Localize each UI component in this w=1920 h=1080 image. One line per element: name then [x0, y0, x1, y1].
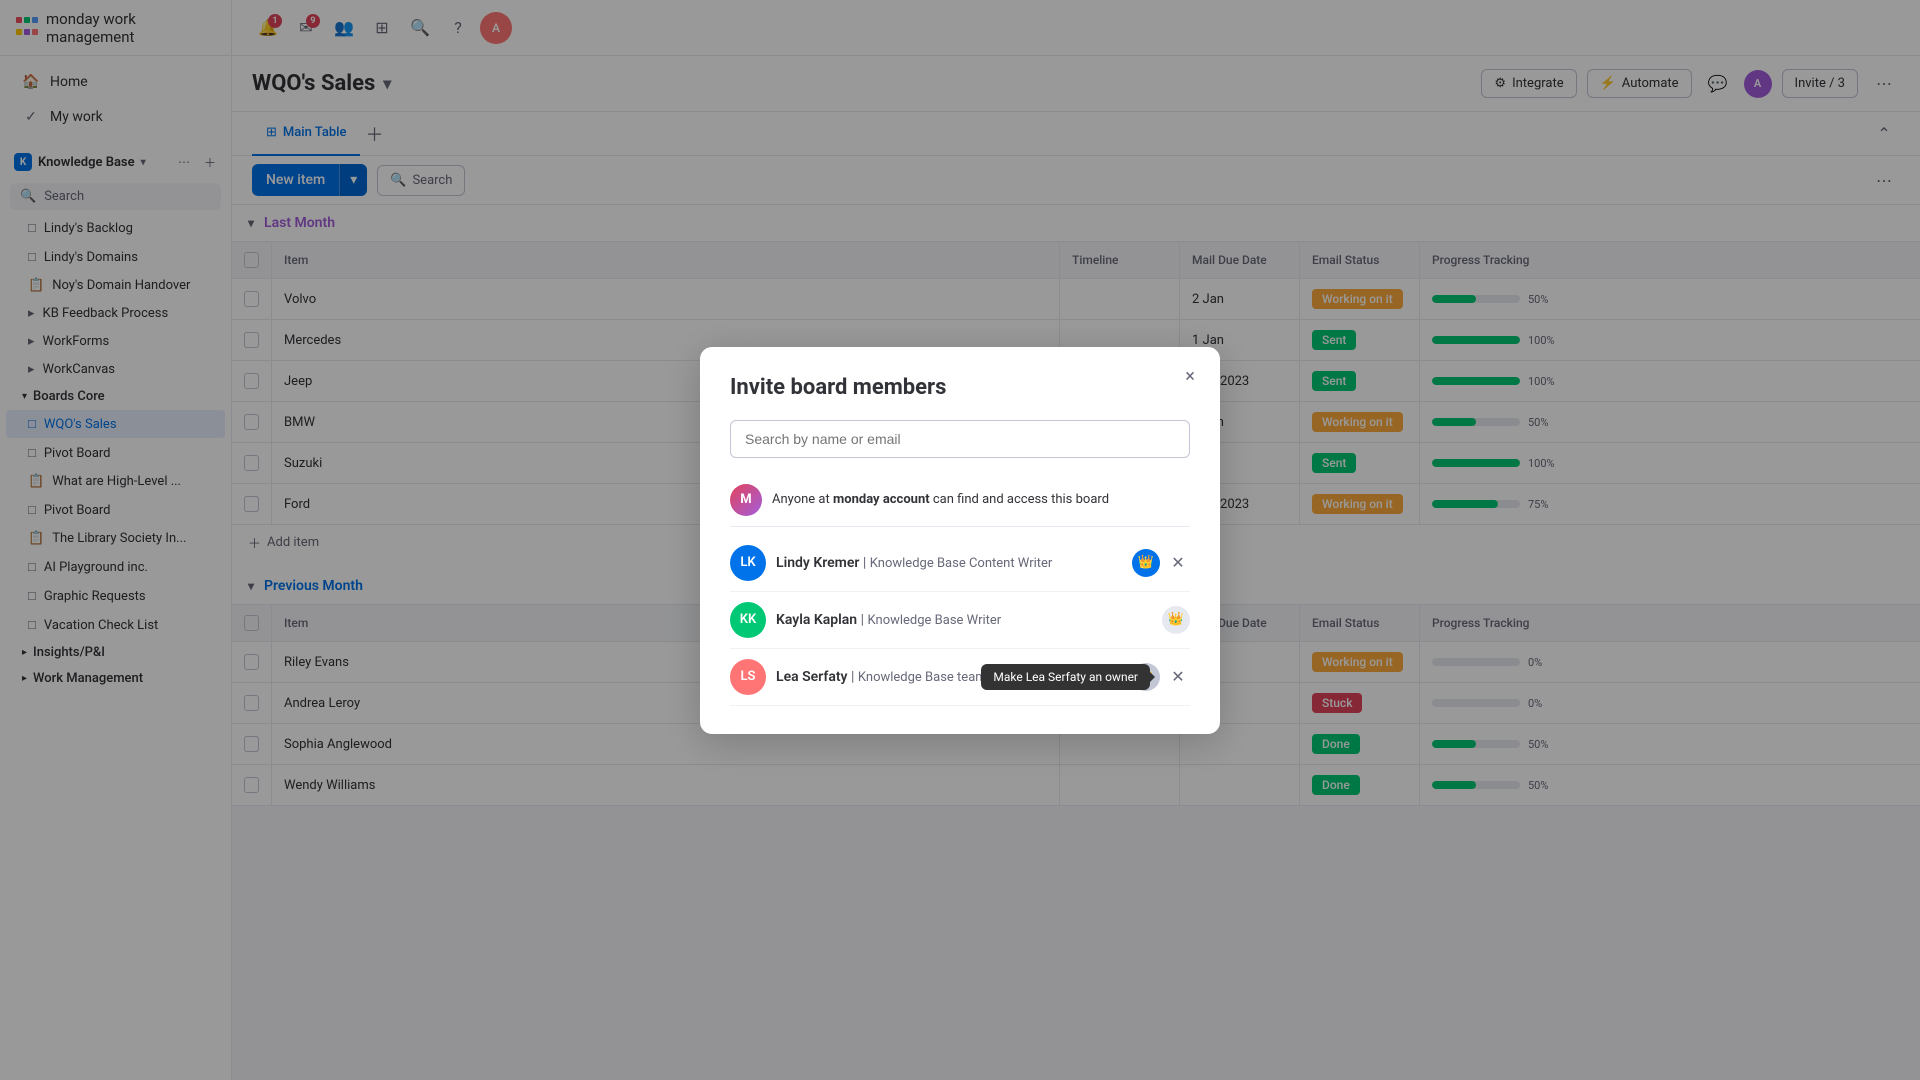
member-row-lea: LS Lea Serfaty | Knowledge Base team lea… — [730, 649, 1190, 706]
remove-member-lindy[interactable]: ✕ — [1166, 551, 1190, 575]
member-avatar-kayla: KK — [730, 602, 766, 638]
member-row-lindy: LK Lindy Kremer | Knowledge Base Content… — [730, 535, 1190, 592]
make-owner-button-kayla[interactable]: 👑 — [1162, 606, 1190, 634]
member-avatar-lindy: LK — [730, 545, 766, 581]
modal-overlay[interactable]: Invite board members × M Anyone at monda… — [0, 0, 1920, 1080]
modal-info-row: M Anyone at monday account can find and … — [730, 474, 1190, 527]
modal-title: Invite board members — [730, 375, 1190, 400]
make-owner-tooltip: Make Lea Serfaty an owner — [981, 664, 1150, 690]
member-row-kayla: KK Kayla Kaplan | Knowledge Base Writer … — [730, 592, 1190, 649]
modal-close-button[interactable]: × — [1176, 363, 1204, 391]
remove-member-lea[interactable]: ✕ — [1166, 665, 1190, 689]
member-avatar-lea: LS — [730, 659, 766, 695]
owner-button-lindy[interactable]: 👑 — [1132, 549, 1160, 577]
invite-search-input[interactable] — [730, 420, 1190, 458]
modal-info-text: Anyone at monday account can find and ac… — [772, 492, 1109, 507]
monday-info-icon: M — [730, 484, 762, 516]
invite-modal: Invite board members × M Anyone at monda… — [700, 347, 1220, 734]
